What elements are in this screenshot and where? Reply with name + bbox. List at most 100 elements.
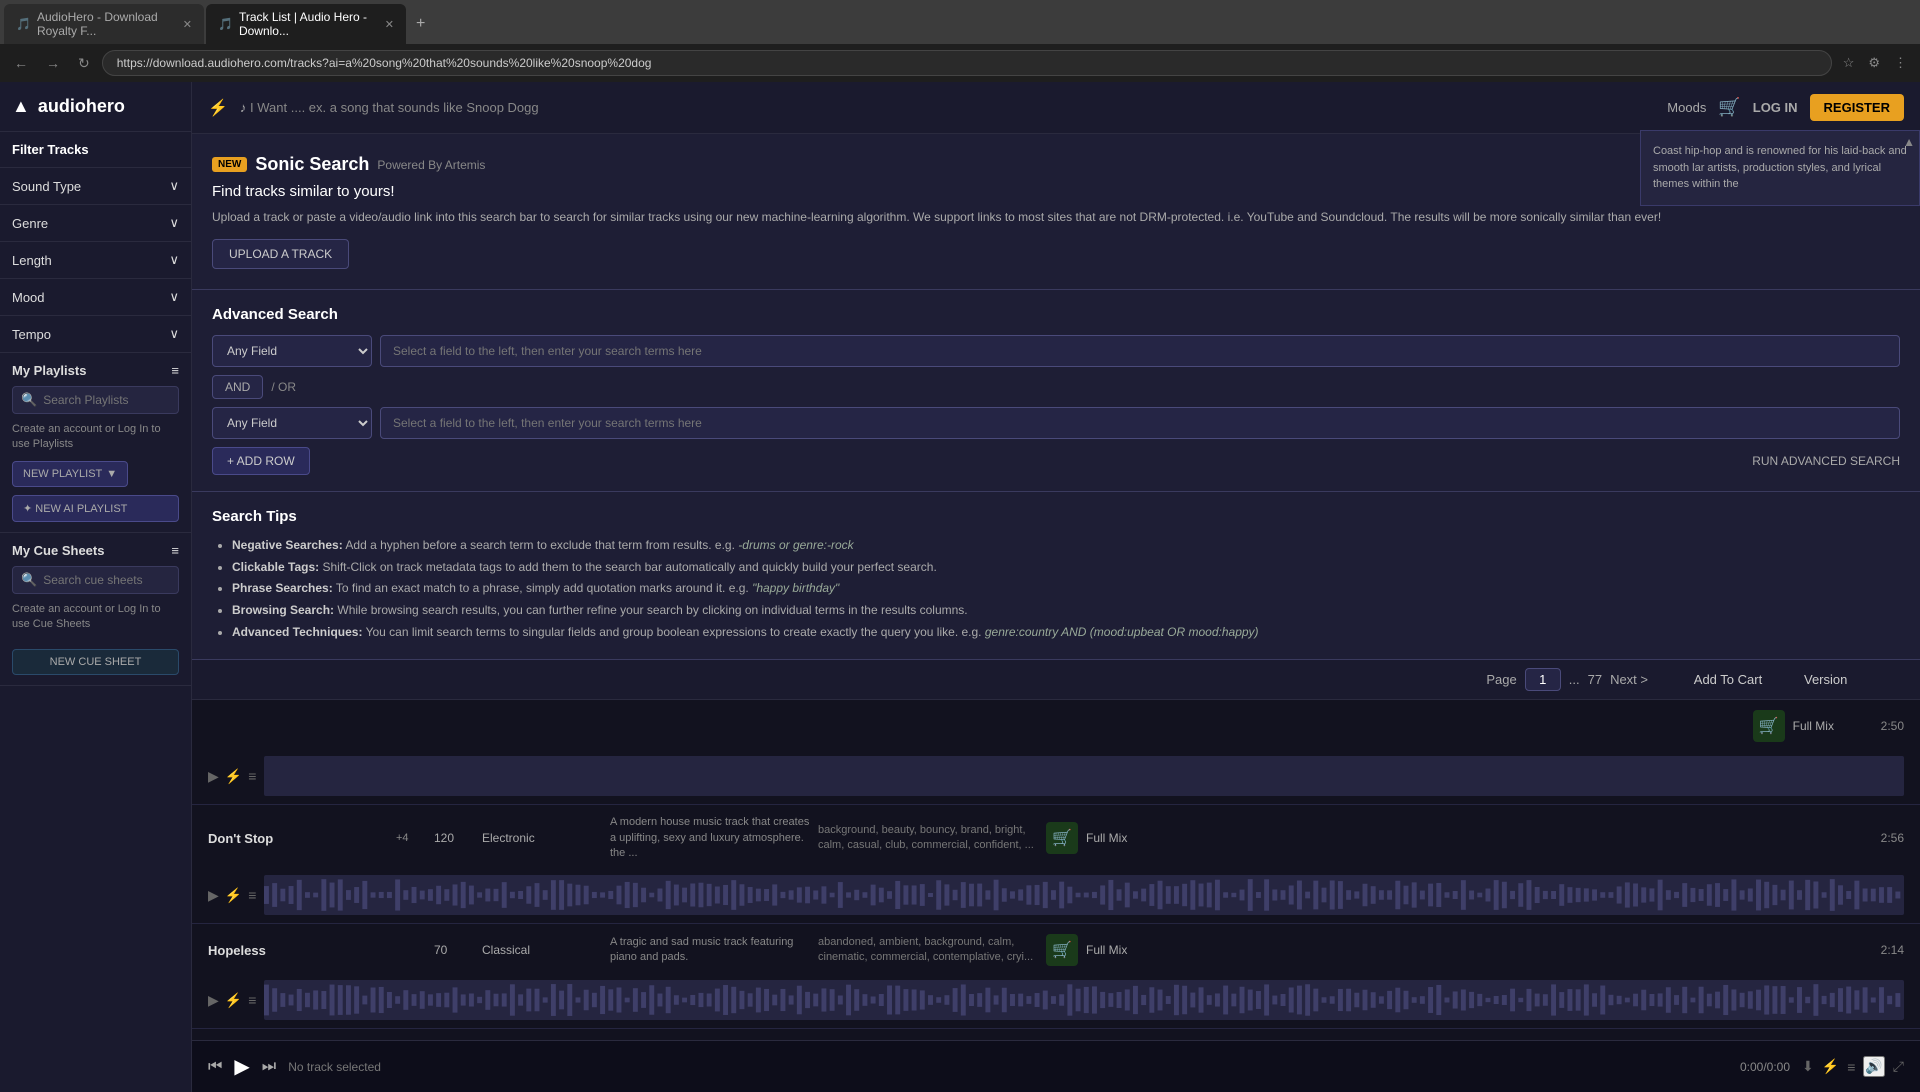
tempo-header[interactable]: Tempo ∨ bbox=[0, 316, 191, 352]
page-separator: ... bbox=[1569, 672, 1580, 687]
field-select-1[interactable]: Any Field bbox=[212, 335, 372, 367]
browser-tab-2[interactable]: 🎵 Track List | Audio Hero - Downlo... ✕ bbox=[206, 4, 406, 44]
mood-header[interactable]: Mood ∨ bbox=[0, 279, 191, 315]
player-expand-button[interactable]: ⤢ bbox=[1893, 1056, 1904, 1077]
or-label: / OR bbox=[271, 380, 296, 394]
track-1-name[interactable]: Don't Stop bbox=[208, 831, 388, 846]
search-tips-panel: Search Tips Negative Searches: Add a hyp… bbox=[192, 492, 1920, 660]
filter-tempo: Tempo ∨ bbox=[0, 316, 191, 353]
new-ai-playlist-button[interactable]: ✦ NEW AI PLAYLIST bbox=[12, 495, 179, 522]
address-bar[interactable] bbox=[102, 50, 1832, 76]
cue-sheets-header: My Cue Sheets ≡ bbox=[12, 543, 179, 558]
reload-button[interactable]: ↻ bbox=[72, 51, 96, 76]
upload-track-button[interactable]: UPLOAD A TRACK bbox=[212, 239, 349, 269]
track-1-add-cart[interactable]: 🛒 bbox=[1046, 822, 1078, 854]
track-1-genre[interactable]: Electronic bbox=[482, 831, 602, 845]
new-playlist-row: NEW PLAYLIST ▼ bbox=[12, 461, 179, 487]
player-volume-button[interactable]: 🔊 bbox=[1863, 1056, 1884, 1077]
search-playlists-input[interactable] bbox=[43, 393, 192, 407]
track-1-play[interactable]: ▶ bbox=[208, 887, 219, 904]
menu-button[interactable]: ⋮ bbox=[1889, 51, 1912, 75]
track-1-lightning[interactable]: ⚡ bbox=[225, 887, 242, 904]
search-term-input-1[interactable] bbox=[380, 335, 1900, 367]
new-tab-button[interactable]: + bbox=[408, 11, 433, 37]
bookmark-button[interactable]: ☆ bbox=[1838, 51, 1860, 75]
track-0-lightning[interactable]: ⚡ bbox=[225, 768, 242, 785]
tooltip-close[interactable]: ▲ bbox=[1903, 135, 1915, 149]
run-advanced-search-button[interactable]: RUN ADVANCED SEARCH bbox=[1752, 454, 1900, 468]
page-input[interactable] bbox=[1525, 668, 1561, 691]
browser-tab-1[interactable]: 🎵 AudioHero - Download Royalty F... ✕ bbox=[4, 4, 204, 44]
track-2-list[interactable]: ≡ bbox=[248, 992, 256, 1009]
track-1-versions: +4 bbox=[396, 832, 426, 844]
next-page-button[interactable]: Next > bbox=[1610, 672, 1648, 687]
player-next-button[interactable]: ⏭ bbox=[262, 1058, 276, 1076]
track-2-genre[interactable]: Classical bbox=[482, 943, 602, 957]
page-total: 77 bbox=[1588, 672, 1602, 687]
moods-button[interactable]: Moods bbox=[1667, 100, 1706, 115]
player-prev-button[interactable]: ⏮ bbox=[208, 1058, 222, 1076]
bottom-player: ⏮ ▶ ⏭ No track selected 0:00/0:00 ⬇ ⚡ ≡ … bbox=[192, 1040, 1920, 1092]
chevron-down-icon: ∨ bbox=[169, 326, 179, 342]
length-header[interactable]: Length ∨ bbox=[0, 242, 191, 278]
tab1-close[interactable]: ✕ bbox=[183, 18, 192, 31]
back-button[interactable]: ← bbox=[8, 51, 34, 75]
track-2-name[interactable]: Hopeless bbox=[208, 943, 388, 958]
track-0-list[interactable]: ≡ bbox=[248, 768, 256, 785]
dropdown-arrow-icon: ▼ bbox=[106, 468, 117, 480]
track-2-play[interactable]: ▶ bbox=[208, 992, 219, 1009]
track-3-desc: Toe tapping, cheerful acoustic pop with … bbox=[610, 1039, 810, 1040]
playlists-login-note: Create an account or Log In to use Playl… bbox=[12, 422, 179, 453]
filter-sound-type: Sound Type ∨ bbox=[0, 168, 191, 205]
and-or-row: AND / OR bbox=[212, 375, 1900, 399]
player-lightning-button[interactable]: ⚡ bbox=[1822, 1056, 1839, 1077]
sound-type-header[interactable]: Sound Type ∨ bbox=[0, 168, 191, 204]
search-term-input-2[interactable] bbox=[380, 407, 1900, 439]
search-cue-sheets-input[interactable] bbox=[43, 573, 192, 587]
results-area: NEW Sonic Search Powered By Artemis Find… bbox=[192, 134, 1920, 1040]
playlist-buttons: NEW PLAYLIST ▼ ✦ NEW AI PLAYLIST bbox=[12, 461, 179, 522]
track-row-3: Nice Surprise +4 125 Easy Listening, Pop… bbox=[192, 1029, 1920, 1040]
and-button[interactable]: AND bbox=[212, 375, 263, 399]
new-playlist-button[interactable]: NEW PLAYLIST ▼ bbox=[12, 461, 128, 487]
search-cue-sheets-bar[interactable]: 🔍 bbox=[12, 566, 179, 594]
col-version: Version bbox=[1804, 672, 1904, 687]
search-cue-icon: 🔍 bbox=[21, 572, 37, 588]
track-2-controls: ▶ ⚡ ≡ bbox=[208, 992, 256, 1009]
player-list-button[interactable]: ≡ bbox=[1847, 1056, 1855, 1077]
advanced-search-panel: Advanced Search Any Field AND / OR Any F… bbox=[192, 290, 1920, 492]
field-select-2[interactable]: Any Field bbox=[212, 407, 372, 439]
extensions-button[interactable]: ⚙ bbox=[1863, 51, 1885, 75]
column-headers: Add To Cart Version bbox=[1668, 672, 1904, 687]
track-2-lightning[interactable]: ⚡ bbox=[225, 992, 242, 1009]
track-0-waveform: // Generated inline via script - just st… bbox=[264, 756, 1904, 796]
tab2-close[interactable]: ✕ bbox=[385, 18, 394, 31]
player-play-button[interactable]: ▶ bbox=[234, 1054, 249, 1079]
track-1-list[interactable]: ≡ bbox=[248, 887, 256, 904]
search-playlists-bar[interactable]: 🔍 bbox=[12, 386, 179, 414]
track-1-duration: 2:56 bbox=[1881, 831, 1904, 845]
advanced-search-title: Advanced Search bbox=[212, 306, 1900, 323]
track-0-add-cart[interactable]: 🛒 bbox=[1753, 710, 1785, 742]
player-actions: ⬇ ⚡ ≡ 🔊 ⤢ bbox=[1802, 1056, 1904, 1077]
track-0-version: Full Mix bbox=[1793, 719, 1873, 733]
player-download-button[interactable]: ⬇ bbox=[1802, 1056, 1814, 1077]
track-1-waveform-row: ▶ ⚡ ≡ bbox=[192, 871, 1920, 923]
add-row-button[interactable]: + ADD ROW bbox=[212, 447, 310, 475]
genre-header[interactable]: Genre ∨ bbox=[0, 205, 191, 241]
forward-button[interactable]: → bbox=[40, 51, 66, 75]
sidebar: ▲ audiohero Filter Tracks Sound Type ∨ G… bbox=[0, 82, 192, 1092]
track-2-tags: abandoned, ambient, background, calm, ci… bbox=[818, 935, 1038, 966]
track-2-add-cart[interactable]: 🛒 bbox=[1046, 934, 1078, 966]
results-controls: Page ... 77 Next > Add To Cart Version bbox=[192, 660, 1920, 700]
cart-icon[interactable]: 🛒 bbox=[1718, 97, 1740, 118]
new-cue-sheet-button[interactable]: NEW CUE SHEET bbox=[12, 649, 179, 675]
track-1-info: Don't Stop +4 120 Electronic A modern ho… bbox=[192, 805, 1920, 871]
login-button[interactable]: LOG IN bbox=[1753, 100, 1798, 115]
filter-tracks-header: Filter Tracks bbox=[0, 132, 191, 168]
register-button[interactable]: REGISTER bbox=[1810, 94, 1904, 121]
track-row-2: Hopeless 70 Classical A tragic and sad m… bbox=[192, 924, 1920, 1029]
track-0-play[interactable]: ▶ bbox=[208, 768, 219, 785]
header-right: Moods 🛒 LOG IN REGISTER bbox=[1667, 94, 1904, 121]
track-1-bpm: 120 bbox=[434, 831, 474, 845]
